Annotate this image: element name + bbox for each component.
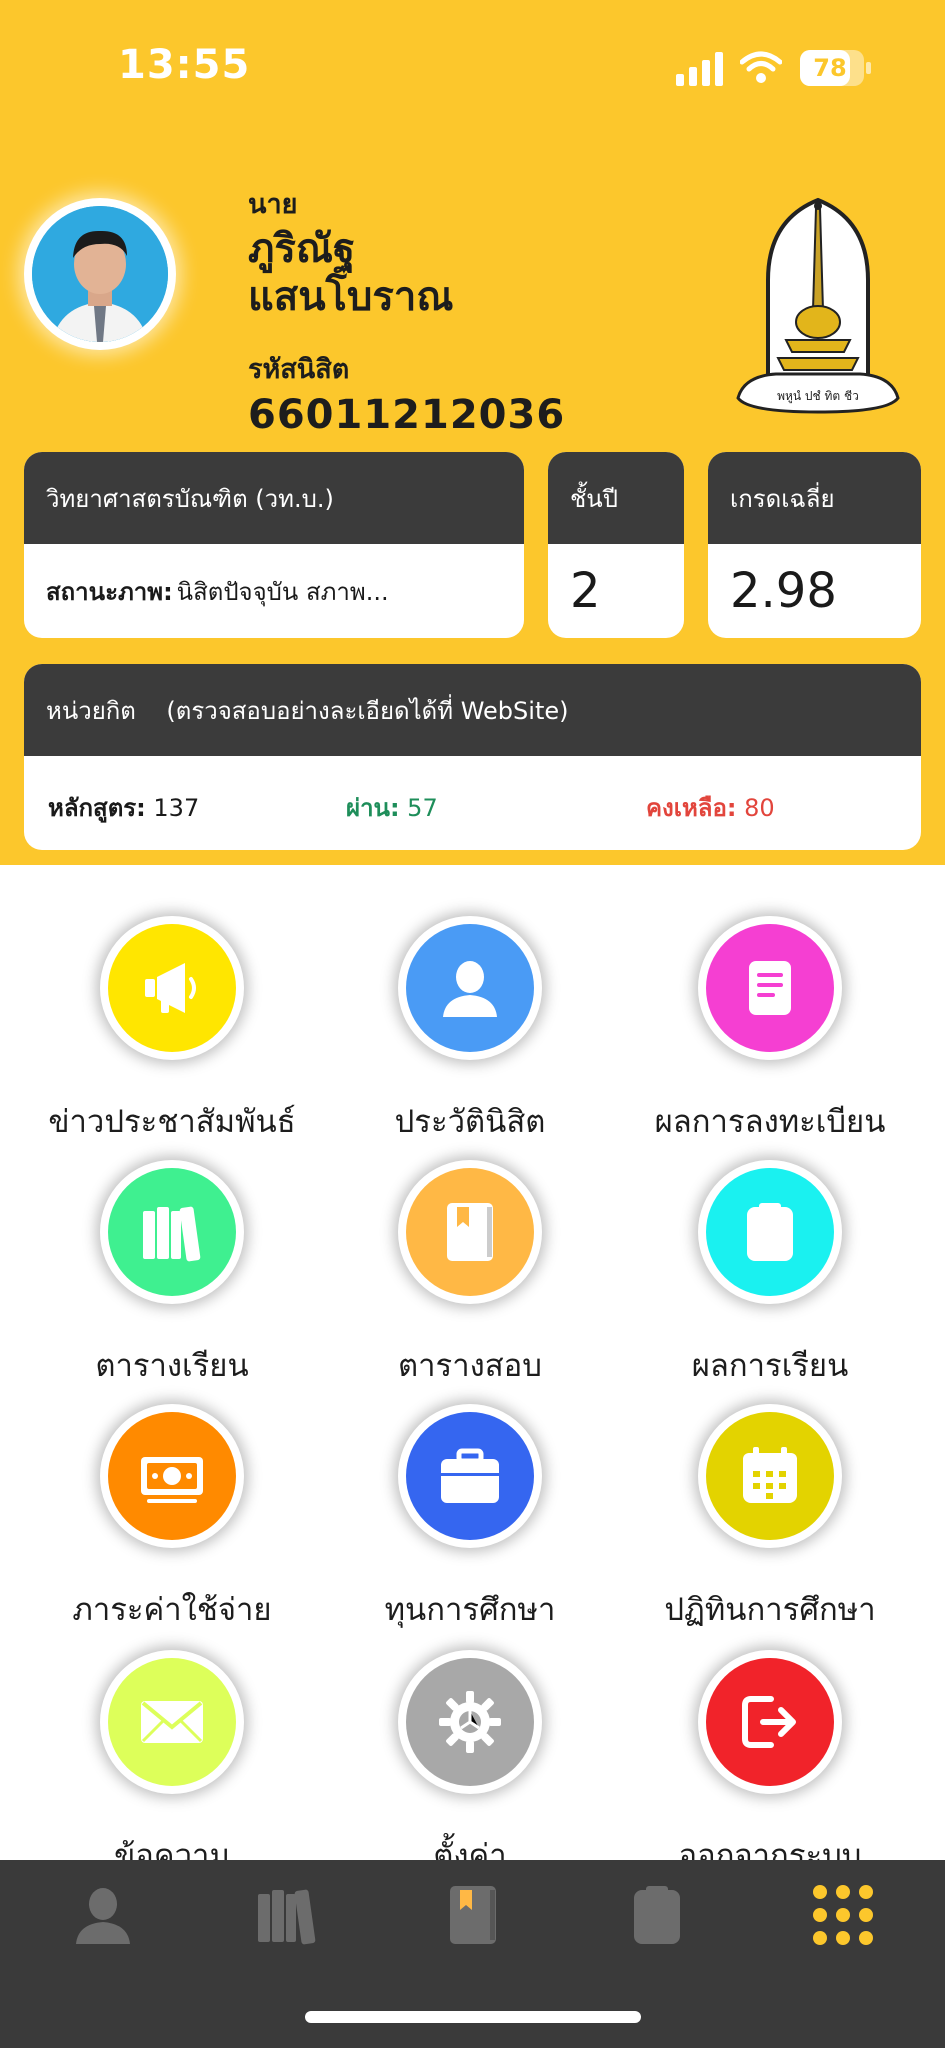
- user-icon: [68, 1888, 138, 1954]
- nav-item-book[interactable]: [438, 1880, 508, 1950]
- menu-label: ข่าวประชาสัมพันธ์: [48, 1104, 296, 1140]
- nav-item-user[interactable]: [68, 1880, 138, 1950]
- menu-label: ทุนการศึกษา: [384, 1592, 556, 1628]
- nav-item-clipboard[interactable]: [622, 1880, 692, 1950]
- menu-item-mail[interactable]: ข้อความ: [22, 1650, 322, 1880]
- credit-passed: ผ่าน: 57: [346, 794, 438, 822]
- menu-icon-circle[interactable]: [398, 1650, 542, 1794]
- menu-icon-circle[interactable]: [398, 1404, 542, 1548]
- last-name: แสนโบราณ: [248, 274, 454, 320]
- home-indicator: [305, 2011, 641, 2023]
- profile-header: 13:55 78 นาย ภูริณัฐ แสนโบราณ รหัสนิสิต …: [0, 0, 945, 865]
- status-label: สถานะภาพ:: [46, 577, 173, 606]
- first-name: ภูริณัฐ: [248, 226, 356, 272]
- menu-item-money[interactable]: ภาระค่าใช้จ่าย: [22, 1404, 322, 1634]
- menu-item-logout[interactable]: ออกจากระบบ: [620, 1650, 920, 1880]
- battery-indicator: 78: [800, 50, 864, 86]
- credit-title: หน่วยกิต (ตรวจสอบอย่างละเอียดได้ที่ WebS…: [24, 664, 921, 756]
- year-card: ชั้นปี 2: [548, 452, 684, 638]
- menu-icon-circle[interactable]: [398, 1160, 542, 1304]
- status-bar: 13:55 78: [0, 0, 945, 140]
- menu-item-clipboard[interactable]: ผลการเรียน: [620, 1160, 920, 1390]
- calendar-icon: [706, 1412, 834, 1540]
- menu-item-book[interactable]: ตารางสอบ: [320, 1160, 620, 1390]
- status-value: นิสิตปัจจุบัน สภาพ...: [176, 577, 389, 606]
- menu-icon-circle[interactable]: [100, 1404, 244, 1548]
- money-icon: [108, 1412, 236, 1540]
- clipboard-icon: [706, 1168, 834, 1296]
- status-time: 13:55: [118, 42, 251, 88]
- menu-label: ภาระค่าใช้จ่าย: [72, 1592, 272, 1628]
- menu-label: ผลการเรียน: [691, 1348, 849, 1384]
- degree-card: วิทยาศาสตรบัณฑิต (วท.บ.) สถานะภาพ: นิสิต…: [24, 452, 524, 638]
- degree-title: วิทยาศาสตรบัณฑิต (วท.บ.): [24, 452, 524, 544]
- book-icon: [406, 1168, 534, 1296]
- year-value: 2: [570, 563, 601, 619]
- student-id-label: รหัสนิสิต: [248, 354, 350, 385]
- student-info: นาย ภูริณัฐ แสนโบราณ รหัสนิสิต 660112120…: [248, 182, 565, 438]
- books-icon: [252, 1889, 322, 1954]
- credit-remaining: คงเหลือ: 80: [646, 794, 775, 822]
- logout-icon: [706, 1658, 834, 1786]
- gpa-title: เกรดเฉลี่ย: [708, 452, 921, 544]
- briefcase-icon: [406, 1412, 534, 1540]
- menu-item-document[interactable]: ผลการลงทะเบียน: [620, 916, 920, 1146]
- books-icon: [108, 1168, 236, 1296]
- menu-icon-circle[interactable]: [698, 1650, 842, 1794]
- menu-label: ปฏิทินการศึกษา: [664, 1592, 876, 1628]
- university-logo: พหูนํ ปชํ ทิต ชีว: [736, 197, 900, 414]
- logo-caption: พหูนํ ปชํ ทิต ชีว: [777, 389, 859, 404]
- name-prefix: นาย: [248, 189, 298, 220]
- menu-label: ผลการลงทะเบียน: [654, 1104, 886, 1140]
- menu-label: ประวัตินิสิต: [394, 1104, 546, 1140]
- credit-summary: หลักสูตร: 137 ผ่าน: 57 คงเหลือ: 80: [24, 756, 921, 850]
- wifi-icon: [740, 51, 782, 83]
- gpa-value: 2.98: [730, 563, 837, 619]
- year-title: ชั้นปี: [548, 452, 684, 544]
- menu-item-megaphone[interactable]: ข่าวประชาสัมพันธ์: [22, 916, 322, 1146]
- mail-icon: [108, 1658, 236, 1786]
- menu-item-briefcase[interactable]: ทุนการศึกษา: [320, 1404, 620, 1634]
- menu-item-user[interactable]: ประวัตินิสิต: [320, 916, 620, 1146]
- menu-icon-circle[interactable]: [698, 916, 842, 1060]
- menu-label: ตารางสอบ: [398, 1348, 542, 1384]
- document-icon: [706, 924, 834, 1052]
- nav-item-grid-dots[interactable]: [808, 1880, 878, 1950]
- megaphone-icon: [108, 924, 236, 1052]
- user-icon: [406, 924, 534, 1052]
- menu-item-gear[interactable]: ตั้งค่า: [320, 1650, 620, 1880]
- menu-icon-circle[interactable]: [698, 1160, 842, 1304]
- gpa-card: เกรดเฉลี่ย 2.98: [708, 452, 921, 638]
- menu-icon-circle[interactable]: [398, 916, 542, 1060]
- menu-label: ตารางเรียน: [95, 1348, 249, 1384]
- student-id: 66011212036: [248, 392, 566, 438]
- degree-status: สถานะภาพ: นิสิตปัจจุบัน สภาพ...: [24, 544, 524, 638]
- menu-item-books[interactable]: ตารางเรียน: [22, 1160, 322, 1390]
- credit-total: หลักสูตร: 137: [48, 794, 200, 822]
- cellular-signal-icon: [676, 52, 723, 86]
- menu-icon-circle[interactable]: [100, 1650, 244, 1794]
- menu-icon-circle[interactable]: [100, 916, 244, 1060]
- book-icon: [438, 1886, 508, 1954]
- credit-card[interactable]: หน่วยกิต (ตรวจสอบอย่างละเอียดได้ที่ WebS…: [24, 664, 921, 850]
- menu-icon-circle[interactable]: [698, 1404, 842, 1548]
- battery-level: 78: [813, 54, 847, 82]
- avatar[interactable]: [24, 198, 176, 350]
- student-photo: [32, 206, 168, 342]
- menu-icon-circle[interactable]: [100, 1160, 244, 1304]
- nav-item-books[interactable]: [252, 1880, 322, 1950]
- menu-item-calendar[interactable]: ปฏิทินการศึกษา: [620, 1404, 920, 1634]
- clipboard-icon: [622, 1886, 692, 1954]
- grid-dots-icon: [808, 1885, 878, 1954]
- gear-icon: [406, 1658, 534, 1786]
